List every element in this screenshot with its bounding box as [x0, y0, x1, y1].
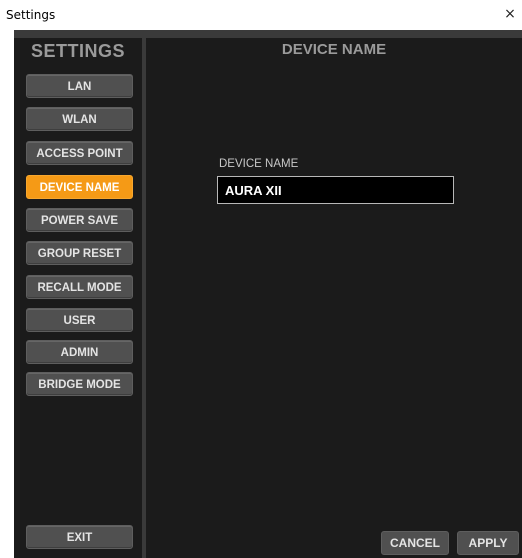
sidebar-item-admin[interactable]: ADMIN: [26, 340, 133, 364]
top-strip: [14, 30, 522, 38]
sidebar: SETTINGS LAN WLAN ACCESS POINT DEVICE NA…: [14, 38, 142, 558]
device-name-input[interactable]: [217, 176, 454, 204]
window-title: Settings: [6, 8, 56, 22]
apply-button[interactable]: APPLY: [457, 531, 519, 555]
sidebar-title: SETTINGS: [30, 41, 125, 61]
close-icon[interactable]: ×: [502, 6, 518, 22]
sidebar-item-bridge-mode[interactable]: BRIDGE MODE: [26, 372, 133, 396]
sidebar-item-lan[interactable]: LAN: [26, 74, 133, 98]
sidebar-item-wlan[interactable]: WLAN: [26, 107, 133, 131]
device-name-label: DEVICE NAME: [219, 158, 299, 170]
cancel-button[interactable]: CANCEL: [381, 531, 449, 555]
sidebar-item-user[interactable]: USER: [26, 308, 133, 332]
settings-window: Settings × SETTINGS LAN WLAN ACCESS POIN…: [0, 0, 522, 558]
exit-button[interactable]: EXIT: [26, 525, 133, 549]
title-bar: Settings ×: [0, 0, 522, 30]
sidebar-item-power-save[interactable]: POWER SAVE: [26, 208, 133, 232]
main-panel: DEVICE NAME DEVICE NAME CANCEL APPLY: [146, 38, 522, 558]
sidebar-item-access-point[interactable]: ACCESS POINT: [26, 141, 133, 165]
sidebar-item-device-name[interactable]: DEVICE NAME: [26, 175, 133, 199]
sidebar-item-group-reset[interactable]: GROUP RESET: [26, 241, 133, 265]
settings-content: SETTINGS LAN WLAN ACCESS POINT DEVICE NA…: [14, 30, 522, 558]
page-title: DEVICE NAME: [281, 41, 387, 58]
sidebar-item-recall-mode[interactable]: RECALL MODE: [26, 275, 133, 299]
